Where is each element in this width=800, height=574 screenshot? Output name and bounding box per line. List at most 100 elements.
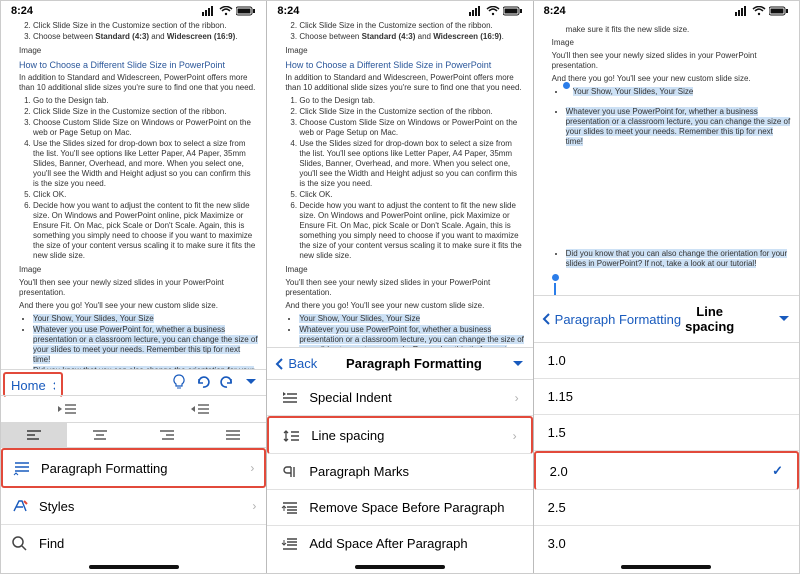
line-spacing-option[interactable]: 1.0: [534, 343, 799, 379]
undo-icon[interactable]: [194, 373, 212, 391]
alignment-segment: [1, 422, 266, 448]
align-right-icon: [158, 429, 176, 441]
back-button[interactable]: Paragraph Formatting: [542, 312, 681, 327]
list-item: Decide how you want to adjust the conten…: [33, 201, 258, 261]
image-placeholder-label: Image: [19, 265, 258, 275]
list-item: Go to the Design tab.: [33, 96, 258, 106]
doc-intro: In addition to Standard and Widescreen, …: [285, 73, 524, 93]
battery-icon: [236, 6, 256, 16]
align-left-button[interactable]: [1, 423, 67, 447]
list-item: Your Show, Your Slides, Your Size: [299, 314, 524, 324]
back-button[interactable]: Back: [275, 356, 317, 371]
line-spacing-option[interactable]: 1.5: [534, 415, 799, 451]
home-indicator[interactable]: [355, 565, 445, 569]
remove-space-before-row[interactable]: Remove Space Before Paragraph: [267, 490, 532, 526]
paragraph-marks-row[interactable]: Paragraph Marks: [267, 454, 532, 490]
line-spacing-option-selected[interactable]: 2.0✓: [534, 451, 799, 490]
remove-space-icon: [281, 501, 299, 515]
selection-handle-start[interactable]: [563, 82, 570, 89]
special-indent-icon: [281, 391, 299, 405]
highlighted-text: Your Show, Your Slides, Your Size: [33, 314, 154, 323]
list-item: Choose between Standard (4:3) and Widesc…: [33, 32, 258, 42]
styles-label: Styles: [39, 499, 252, 514]
image-placeholder-label: Image: [552, 38, 791, 48]
add-space-after-row[interactable]: Add Space After Paragraph: [267, 526, 532, 561]
align-center-button[interactable]: [67, 423, 133, 447]
ordered-steps-main: Go to the Design tab. Click Slide Size i…: [19, 96, 258, 261]
battery-icon: [503, 6, 523, 16]
document-view[interactable]: Click Slide Size in the Customize sectio…: [267, 17, 532, 347]
collapse-panel-icon[interactable]: [777, 314, 791, 324]
list-item: Your Show, Your Slides, Your Size: [566, 87, 791, 97]
align-justify-button[interactable]: [200, 423, 266, 447]
list-item: Click Slide Size in the Customize sectio…: [33, 107, 258, 117]
ordered-steps-top: Click Slide Size in the Customize sectio…: [285, 21, 524, 42]
paragraph-formatting-row[interactable]: Paragraph Formatting ›: [1, 448, 266, 488]
doc-heading: How to Choose a Different Slide Size in …: [285, 60, 524, 71]
document-view[interactable]: make sure it fits the new slide size. Im…: [534, 17, 799, 295]
collapse-panel-icon[interactable]: [511, 359, 525, 369]
line-spacing-row[interactable]: Line spacing ›: [267, 416, 532, 454]
line-spacing-option[interactable]: 2.5: [534, 490, 799, 526]
list-item: Use the Slides sized for drop-down box t…: [299, 139, 524, 189]
styles-row[interactable]: Styles ›: [1, 488, 266, 525]
line-spacing-label: Line spacing: [311, 428, 512, 443]
doc-paragraph: And there you go! You'll see your new cu…: [552, 74, 791, 84]
wifi-icon: [752, 6, 766, 16]
list-item: Click OK.: [33, 190, 258, 200]
bullet-list: Your Show, Your Slides, Your Size Whatev…: [552, 87, 791, 147]
lightbulb-icon[interactable]: [170, 373, 188, 391]
panel-header: Back Paragraph Formatting: [267, 348, 532, 380]
list-item: Click OK.: [299, 190, 524, 200]
panel-home: 8:24 Click Slide Size in the Customize s…: [1, 1, 267, 573]
line-spacing-option[interactable]: 1.15: [534, 379, 799, 415]
paragraph-formatting-label: Paragraph Formatting: [41, 461, 250, 476]
status-bar: 8:24: [267, 1, 532, 17]
list-item: Choose between Standard (4:3) and Widesc…: [299, 32, 524, 42]
home-indicator[interactable]: [89, 565, 179, 569]
highlighted-text: Whatever you use PowerPoint for, whether…: [33, 325, 258, 364]
pilcrow-icon: [281, 465, 299, 479]
doc-paragraph: And there you go! You'll see your new cu…: [19, 301, 258, 311]
chevron-left-icon: [275, 357, 284, 371]
list-item: Choose Custom Slide Size on Windows or P…: [299, 118, 524, 138]
text-cursor: [554, 283, 791, 295]
home-indicator[interactable]: [621, 565, 711, 569]
align-right-button[interactable]: [134, 423, 200, 447]
image-placeholder-label: Image: [19, 46, 258, 56]
selection-handle-end[interactable]: [552, 274, 559, 281]
status-icons: [202, 6, 256, 16]
collapse-panel-icon[interactable]: [242, 373, 260, 391]
decrease-indent-button[interactable]: [1, 402, 134, 416]
status-bar: 8:24: [1, 1, 266, 17]
find-row[interactable]: Find: [1, 525, 266, 561]
list-item: Go to the Design tab.: [299, 96, 524, 106]
status-icons: [469, 6, 523, 16]
list-item: Click Slide Size in the Customize sectio…: [299, 21, 524, 31]
list-item: Use the Slides sized for drop-down box t…: [33, 139, 258, 189]
increase-indent-button[interactable]: [134, 402, 267, 416]
add-space-icon: [281, 537, 299, 551]
line-spacing-icon: [283, 429, 301, 443]
doc-paragraph: You'll then see your newly sized slides …: [552, 51, 791, 71]
add-space-label: Add Space After Paragraph: [309, 536, 518, 551]
doc-heading: How to Choose a Different Slide Size in …: [19, 60, 258, 71]
highlighted-text: Did you know that you can also change th…: [566, 249, 787, 268]
decrease-indent-icon: [56, 402, 78, 416]
special-indent-row[interactable]: Special Indent ›: [267, 380, 532, 416]
highlighted-text: Your Show, Your Slides, Your Size: [299, 314, 420, 323]
list-item: Did you know that you can also change th…: [566, 249, 791, 269]
panel-paragraph-formatting: 8:24 Click Slide Size in the Customize s…: [267, 1, 533, 573]
chevron-right-icon: ›: [515, 391, 519, 405]
status-icons: [735, 6, 789, 16]
redo-icon[interactable]: [218, 373, 236, 391]
chevron-left-icon: [542, 312, 551, 326]
bullet-list: Did you know that you can also change th…: [552, 249, 791, 269]
list-item: Whatever you use PowerPoint for, whether…: [566, 107, 791, 147]
image-placeholder-label: Image: [285, 265, 524, 275]
chevron-right-icon: ›: [250, 461, 254, 475]
document-view[interactable]: Click Slide Size in the Customize sectio…: [1, 17, 266, 369]
panel-line-spacing: 8:24 make sure it fits the new slide siz…: [534, 1, 799, 573]
paragraph-formatting-panel: Back Paragraph Formatting Special Indent…: [267, 347, 532, 573]
line-spacing-option[interactable]: 3.0: [534, 526, 799, 561]
